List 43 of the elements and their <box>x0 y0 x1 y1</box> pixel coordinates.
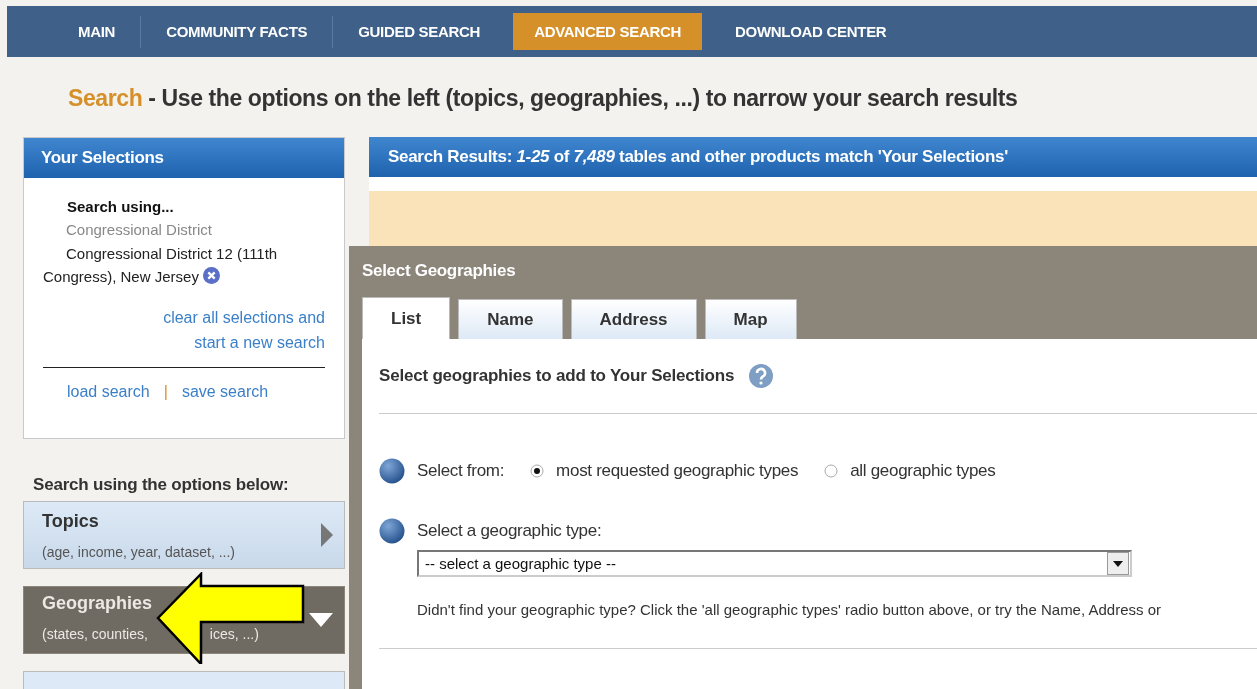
radio-icon[interactable] <box>530 464 545 478</box>
nav-tab[interactable]: COMMUNITY FACTS <box>149 13 325 50</box>
step-bullet-icon <box>379 518 405 544</box>
step-bullet-icon <box>379 458 405 484</box>
panel-title: Your Selections <box>24 138 344 178</box>
option-title: Geographies <box>42 592 154 614</box>
option-subtitle: (age, income, year, dataset, ...) <box>42 543 235 560</box>
option-title: Topics <box>42 510 100 532</box>
search-using-label: Search using... <box>66 198 175 215</box>
save-search-link[interactable]: save search <box>181 383 269 401</box>
nav-tab[interactable]: GUIDED SEARCH <box>341 13 498 50</box>
selection-value: Congressional District 12 (111th Congress), New Jersey <box>43 244 279 287</box>
dialog-tab[interactable]: Name <box>458 299 563 339</box>
option-subtitle: (states, counties, <box>42 625 148 642</box>
dialog-tab[interactable]: Map <box>704 299 797 339</box>
pointer-arrow-icon <box>156 572 306 664</box>
radio-icon[interactable] <box>824 464 839 478</box>
dropdown-arrow-icon <box>1113 560 1123 567</box>
dialog-instructions: Select geographies to add to Your Selections <box>379 366 735 386</box>
hint-text: Didn't find your geographic type? Click the 'all geographic types' radio button above, or try the Name, Address or <box>417 601 1162 618</box>
load-search-link[interactable]: load search <box>67 383 150 401</box>
nav-tab[interactable]: DOWNLOAD CENTER <box>718 13 904 50</box>
clear-selections-link[interactable]: clear all selections and start a new search <box>147 305 325 355</box>
nav-tab[interactable]: MAIN <box>61 13 133 50</box>
dialog-tab[interactable]: List <box>362 297 451 339</box>
dialog-tab[interactable]: Address <box>570 299 697 339</box>
dialog-title: Select Geographies <box>362 260 517 282</box>
caret-right-icon <box>320 522 334 548</box>
select-from-label: Select from: <box>417 461 505 481</box>
link-separator: | <box>163 383 168 401</box>
results-summary: Search Results: 1-25 of 7,489 tables and other products match 'Your Selections' <box>369 137 1257 177</box>
caret-down-icon <box>308 612 334 628</box>
remove-icon[interactable] <box>203 267 221 284</box>
radio-option[interactable]: all geographic types <box>824 461 996 481</box>
page-heading: Search - Use the options on the left (topics, geographies, ...) to narrow your search results <box>67 84 1019 113</box>
selection-category: Congressional District <box>65 221 213 238</box>
options-label: Search using the options below: <box>33 475 290 495</box>
search-option[interactable]: Topics (age, income, year, dataset, ...) <box>23 501 345 569</box>
option-subtitle: ices, ...) <box>209 625 259 642</box>
radio-option[interactable]: most requested geographic types <box>530 461 799 481</box>
geographic-type-dropdown[interactable]: -- select a geographic type -- <box>417 550 1132 577</box>
help-icon[interactable] <box>748 363 775 389</box>
geographic-type-label: Select a geographic type: <box>417 521 602 541</box>
